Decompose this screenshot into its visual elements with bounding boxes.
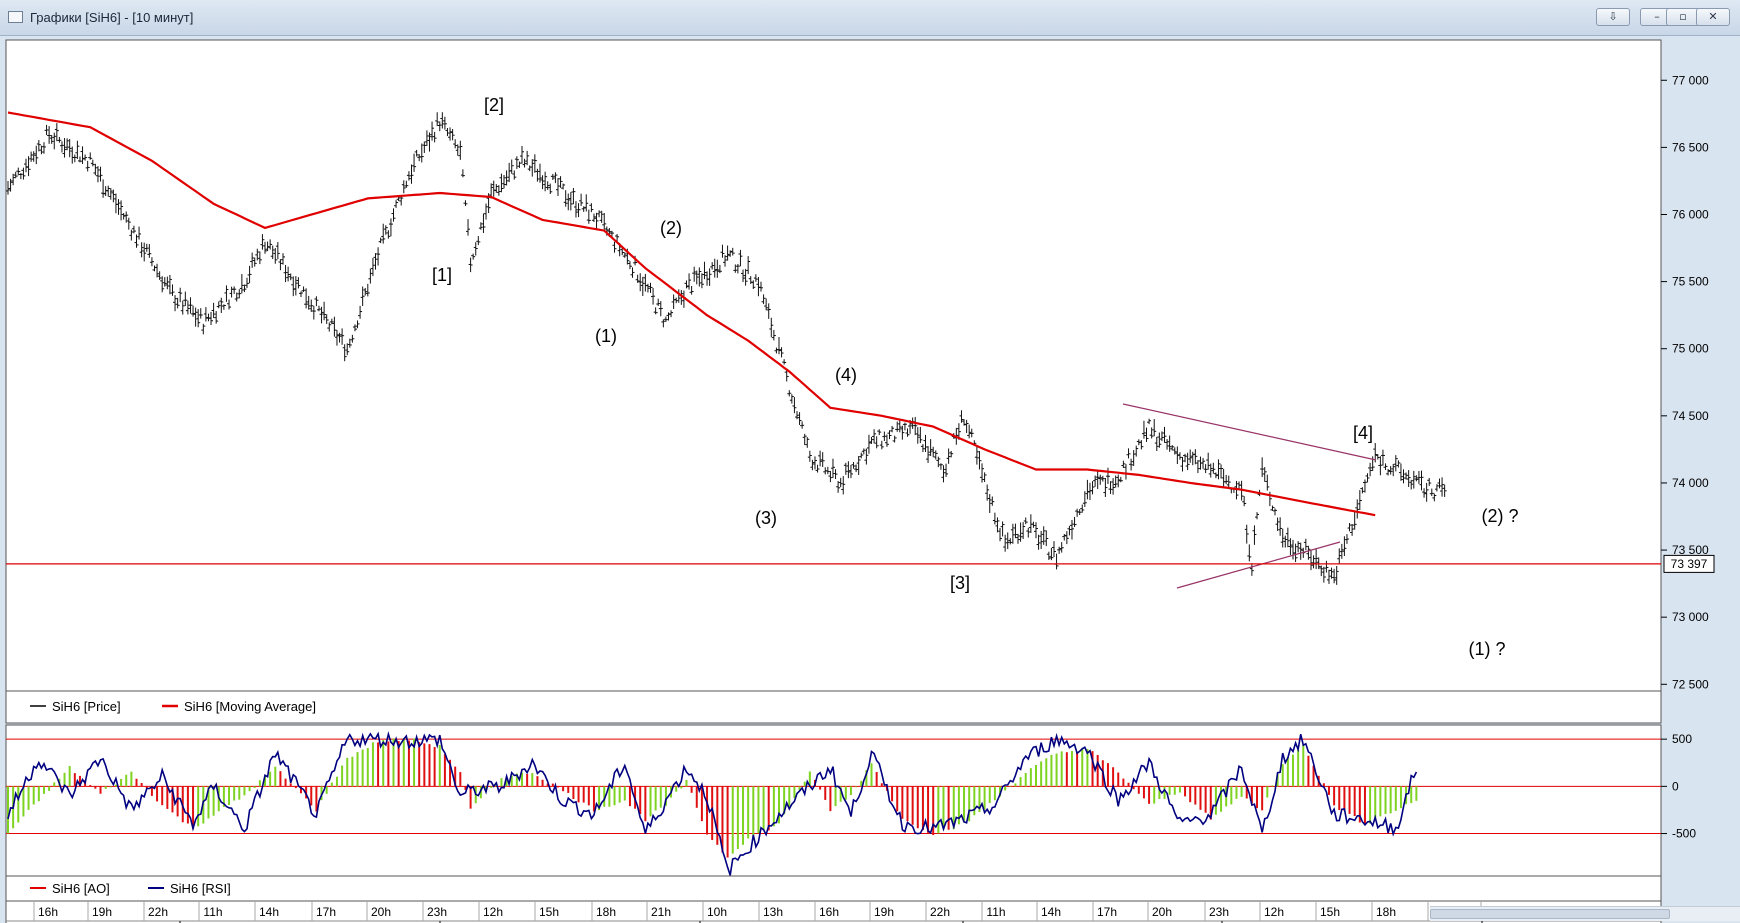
time-tick-label: 20h xyxy=(1152,905,1172,919)
time-tick-label: 10h xyxy=(707,905,727,919)
wave-label-1-major: [1] xyxy=(432,265,452,285)
horizontal-scroll-thumb[interactable] xyxy=(1430,909,1670,919)
time-tick-label: 11h xyxy=(986,905,1005,919)
ao-legend-label: SiH6 [AO] xyxy=(52,881,110,896)
time-tick-label: 13h xyxy=(763,905,783,919)
window-title: Графики [SiH6] - [10 минут] xyxy=(30,10,194,25)
dock-button[interactable]: ⇩ xyxy=(1596,8,1630,26)
time-tick-label: 14h xyxy=(259,905,279,919)
maximize-button[interactable]: ▫ xyxy=(1666,8,1700,26)
price-pane xyxy=(5,39,1662,692)
price-axis: 77 000 76 500 76 000 75 500 75 000 74 500 74 0… xyxy=(1661,73,1709,691)
rsi-legend-label: SiH6 [RSI] xyxy=(170,881,231,896)
price-tick-label: 73 000 xyxy=(1672,610,1709,624)
wave-label-2-major: [2] xyxy=(484,95,504,115)
wave-label-3-minor: (3) xyxy=(755,508,777,528)
price-tick-label: 76 000 xyxy=(1672,207,1709,221)
wave-label-4-minor: (4) xyxy=(835,365,857,385)
time-tick-label: 11h xyxy=(203,905,222,919)
current-price-label: 73 397 xyxy=(1671,557,1708,571)
wave-label-1-minor: (1) xyxy=(595,326,617,346)
time-tick-label: 17h xyxy=(316,905,336,919)
window-titlebar: Графики [SiH6] - [10 минут] ⇩ – ▫ ✕ xyxy=(0,0,1740,36)
wave-label-2-minor: (2) xyxy=(660,218,682,238)
price-tick-label: 74 000 xyxy=(1672,476,1709,490)
price-legend-label: SiH6 [Price] xyxy=(52,699,121,714)
time-tick-label: 20h xyxy=(371,905,391,919)
ma-legend-label: SiH6 [Moving Average] xyxy=(184,699,316,714)
wave-label-1-question: (1) ? xyxy=(1468,639,1505,659)
oscillator-legend-bar xyxy=(5,875,1662,902)
time-tick-label: 15h xyxy=(1320,905,1340,919)
time-tick-label: 23h xyxy=(1209,905,1229,919)
time-tick-label: 12h xyxy=(1264,905,1284,919)
time-tick-label: 22h xyxy=(930,905,950,919)
time-tick-label: 19h xyxy=(92,905,112,919)
price-tick-label: 74 500 xyxy=(1672,409,1709,423)
time-tick-label: 18h xyxy=(1376,905,1396,919)
price-tick-label: 72 500 xyxy=(1672,677,1709,691)
chart-window-icon xyxy=(8,11,23,23)
horizontal-scrollbar[interactable] xyxy=(1430,906,1740,921)
wave-label-2-question: (2) ? xyxy=(1481,506,1518,526)
price-tick-label: 77 000 xyxy=(1672,73,1709,87)
oscillator-tick-label: 0 xyxy=(1672,779,1679,793)
time-tick-label: 18h xyxy=(596,905,616,919)
time-tick-label: 19h xyxy=(874,905,894,919)
time-tick-label: 12h xyxy=(483,905,503,919)
time-tick-label: 16h xyxy=(819,905,839,919)
wave-label-3-major: [3] xyxy=(950,573,970,593)
price-tick-label: 75 500 xyxy=(1672,275,1709,289)
time-tick-label: 21h xyxy=(651,905,671,919)
time-tick-label: 17h xyxy=(1097,905,1117,919)
price-tick-label: 75 000 xyxy=(1672,342,1709,356)
oscillator-tick-label: 500 xyxy=(1672,732,1692,746)
time-tick-label: 22h xyxy=(148,905,168,919)
time-tick-label: 16h xyxy=(38,905,58,919)
wave-label-4-major: [4] xyxy=(1353,423,1373,443)
oscillator-axis: 500 0 -500 xyxy=(1661,732,1696,841)
time-tick-label: 23h xyxy=(427,905,447,919)
time-tick-label: 14h xyxy=(1041,905,1061,919)
chart-canvas: 77 000 76 500 76 000 75 500 75 000 74 500 74 0… xyxy=(5,39,1715,923)
price-tick-label: 76 500 xyxy=(1672,140,1709,154)
time-tick-label: 15h xyxy=(539,905,559,919)
oscillator-tick-label: -500 xyxy=(1672,827,1696,841)
close-button[interactable]: ✕ xyxy=(1696,8,1730,26)
